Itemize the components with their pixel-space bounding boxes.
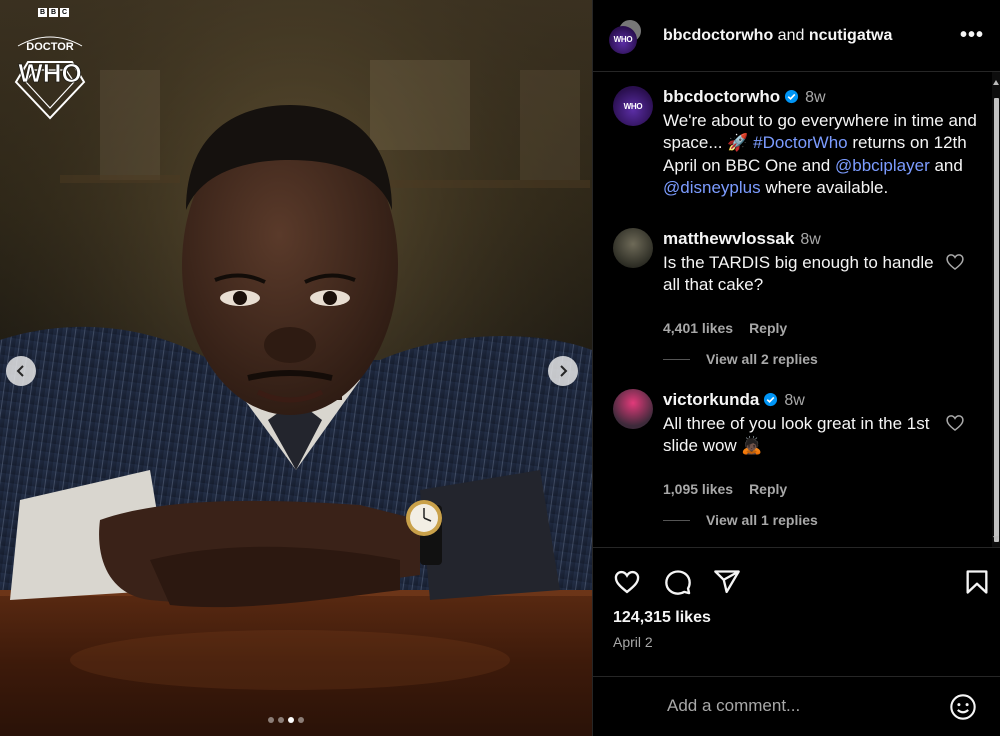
comments-scrollbar[interactable] — [992, 72, 1000, 547]
comment-time: 8w — [800, 231, 821, 248]
comment-item: matthewvlossak 8w Is the TARDIS big enoug… — [613, 228, 983, 339]
view-replies-button[interactable]: View all 2 replies — [663, 351, 818, 367]
comment-time: 8w — [784, 392, 805, 409]
post-header: WHO bbcdoctorwho and ncutigatwa ••• — [593, 0, 1000, 72]
next-slide-button[interactable] — [548, 356, 578, 386]
caption-time: 8w — [805, 89, 826, 106]
scroll-up-arrow[interactable] — [993, 80, 999, 85]
avatar[interactable] — [613, 228, 653, 268]
mention-link[interactable]: @bbciplayer — [835, 156, 930, 175]
verified-badge-icon — [764, 392, 778, 407]
comment-username[interactable]: matthewvlossak — [663, 229, 794, 248]
comment-icon[interactable] — [664, 568, 692, 596]
caption-text: bbcdoctorwho 8w We're about to go everywh… — [663, 87, 977, 197]
slide-dot-active — [288, 717, 294, 723]
post-actions: 124,315 likes April 2 — [593, 547, 1000, 736]
previous-slide-button[interactable] — [6, 356, 36, 386]
slide-dot — [298, 717, 304, 723]
avatar[interactable] — [613, 389, 653, 429]
comment-username[interactable]: victorkunda — [663, 390, 759, 409]
comment-text: victorkunda 8w All three of you look grea… — [663, 389, 949, 500]
post-authors: bbcdoctorwho and ncutigatwa — [663, 27, 960, 45]
comments-list[interactable]: WHO bbcdoctorwho 8w We're about to go eve… — [593, 72, 993, 547]
bbc-logo: B B C — [38, 8, 69, 17]
chevron-right-icon — [560, 365, 568, 377]
post-panel: WHO bbcdoctorwho and ncutigatwa ••• WHO … — [592, 0, 1000, 736]
author-joiner: and — [777, 26, 805, 44]
caption-username[interactable]: bbcdoctorwho — [663, 87, 780, 106]
doctor-who-logo: B B C DOCTOR WHO — [4, 8, 96, 120]
reply-button[interactable]: Reply — [749, 478, 787, 501]
doctor-who-emblem: DOCTOR WHO — [14, 36, 86, 120]
share-icon[interactable] — [713, 568, 741, 596]
logo-who-text: WHO — [18, 58, 82, 88]
view-replies-button[interactable]: View all 1 replies — [663, 512, 818, 528]
avatar-bbcdoctorwho: WHO — [609, 25, 637, 54]
replies-divider — [663, 358, 690, 360]
add-comment-bar — [593, 676, 1000, 736]
post-date[interactable]: April 2 — [613, 634, 653, 650]
comment-input[interactable] — [667, 696, 927, 716]
avatar[interactable]: WHO — [613, 86, 653, 126]
more-options-button[interactable]: ••• — [960, 24, 984, 47]
comment-likes[interactable]: 1,095 likes — [663, 478, 733, 501]
like-count[interactable]: 124,315 likes — [613, 609, 711, 627]
post-media[interactable]: B B C DOCTOR WHO — [0, 0, 592, 736]
heart-icon[interactable] — [613, 568, 641, 596]
reply-button[interactable]: Reply — [749, 317, 787, 340]
verified-badge-icon — [785, 89, 799, 104]
emoji-icon[interactable] — [949, 693, 977, 721]
heart-icon[interactable] — [945, 252, 965, 272]
action-bar — [613, 568, 993, 596]
collab-avatars[interactable]: WHO — [609, 16, 649, 56]
replies-divider — [663, 519, 690, 521]
comment-likes[interactable]: 4,401 likes — [663, 317, 733, 340]
post-caption: WHO bbcdoctorwho 8w We're about to go eve… — [613, 86, 993, 200]
author-link[interactable]: ncutigatwa — [809, 27, 893, 44]
scrollbar-thumb[interactable] — [994, 98, 999, 542]
slide-indicator — [268, 717, 304, 723]
slide-dot — [278, 717, 284, 723]
mention-link[interactable]: @disneyplus — [663, 178, 761, 197]
scroll-down-arrow[interactable] — [993, 536, 999, 541]
logo-doctor-text: DOCTOR — [26, 41, 74, 53]
heart-icon[interactable] — [945, 413, 965, 433]
hashtag-link[interactable]: #DoctorWho — [753, 133, 847, 152]
author-link[interactable]: bbcdoctorwho — [663, 27, 773, 44]
chevron-left-icon — [16, 365, 24, 377]
bookmark-icon[interactable] — [963, 568, 991, 596]
comment-text: matthewvlossak 8w Is the TARDIS big enoug… — [663, 228, 949, 339]
comment-item: victorkunda 8w All three of you look grea… — [613, 389, 983, 500]
slide-dot — [268, 717, 274, 723]
